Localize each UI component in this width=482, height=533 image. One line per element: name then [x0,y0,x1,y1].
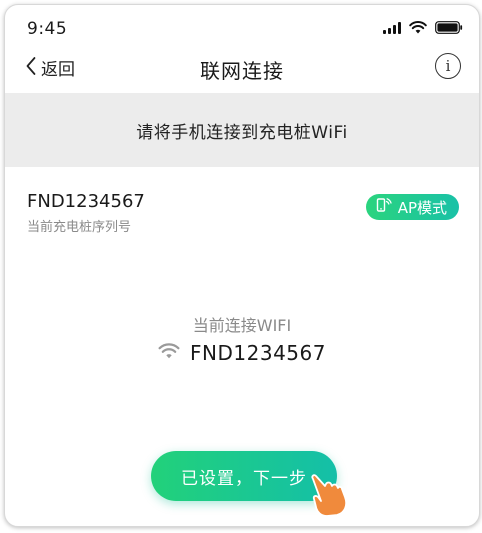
current-wifi-label: 当前连接WIFI [192,316,292,335]
wifi-icon [158,343,180,363]
banner-text: 请将手机连接到充电桩WiFi [136,122,348,143]
cellular-signal-icon [383,21,401,34]
instruction-banner: 请将手机连接到充电桩WiFi [5,93,479,167]
current-wifi-row: FND1234567 [5,341,479,365]
status-time: 9:45 [27,19,68,39]
device-serial-label: 当前充电桩序列号 [27,220,132,235]
ap-mode-label: AP模式 [397,198,447,217]
next-step-label: 已设置，下一步 [181,468,307,489]
nav-bar: 返回 联网连接 i [5,47,479,93]
info-icon[interactable]: i [435,53,461,79]
status-bar: 9:45 [5,5,479,45]
wifi-status-icon [409,21,427,34]
phone-screen: 9:45 返回 联网连接 i 请将手机连接到充电桩WiFi FND1234567… [4,4,480,527]
phone-wifi-icon [376,197,392,217]
battery-icon [435,21,463,34]
page-title: 联网连接 [200,59,284,83]
tap-hand-icon [305,471,353,521]
ap-mode-badge: AP模式 [365,194,459,220]
current-wifi-name: FND1234567 [190,341,326,365]
status-icons [383,21,463,34]
device-serial: FND1234567 [27,191,145,212]
